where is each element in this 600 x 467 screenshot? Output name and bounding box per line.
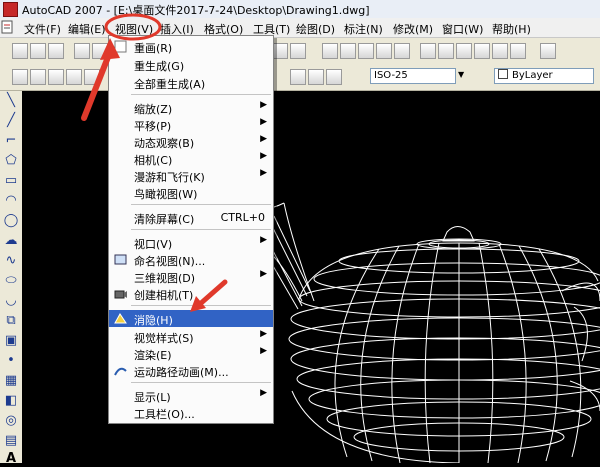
- highlight-circle: [104, 13, 162, 41]
- arrow-to-hide-item: [197, 279, 228, 307]
- arrowhead-icon: [100, 38, 120, 60]
- arrow-to-view-menu: [81, 49, 113, 121]
- annotation-overlay: [81, 13, 228, 312]
